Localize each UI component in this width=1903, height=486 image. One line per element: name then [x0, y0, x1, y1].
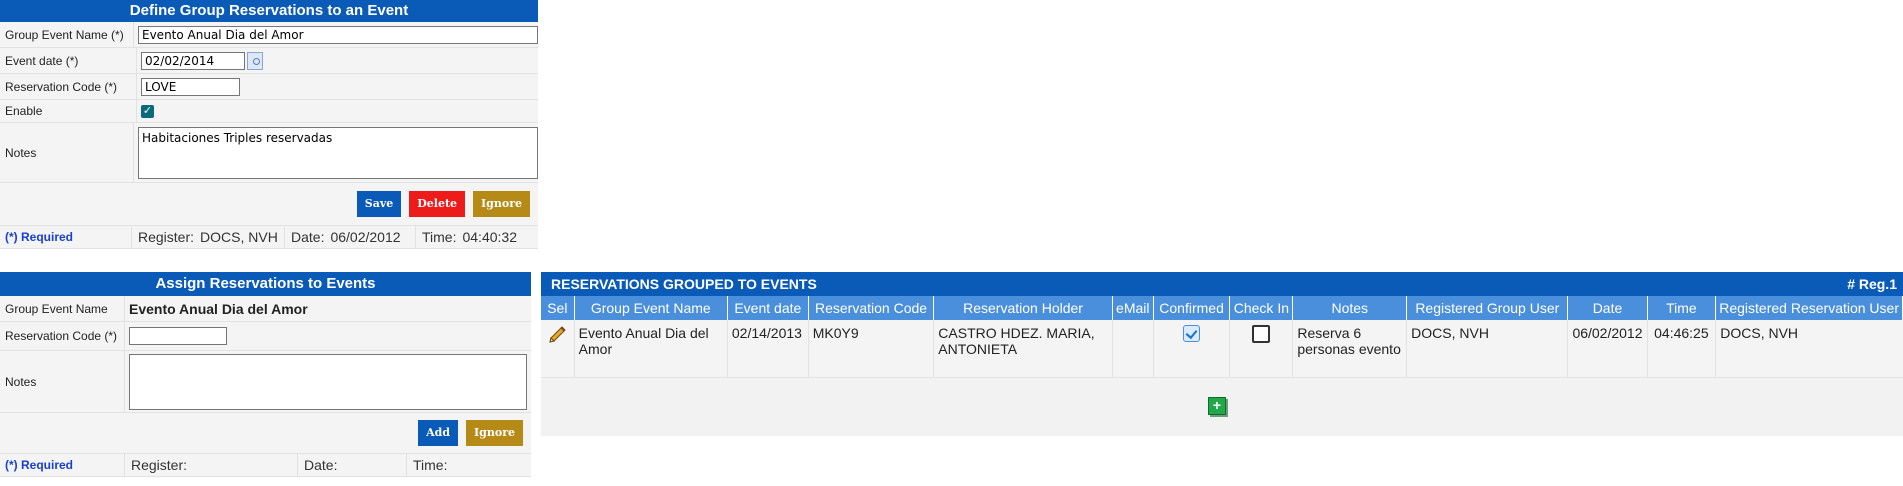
time-label: Time: [422, 229, 457, 245]
assign-event-name-row: Group Event Name Evento Anual Dia del Am… [0, 296, 531, 322]
col-email[interactable]: eMail [1112, 296, 1154, 320]
col-registered-group-user[interactable]: Registered Group User [1406, 296, 1569, 320]
enable-label: Enable [0, 100, 137, 122]
col-reservation-holder[interactable]: Reservation Holder [933, 296, 1113, 320]
assign-ignore-button[interactable]: Ignore [466, 420, 523, 446]
col-time[interactable]: Time [1647, 296, 1717, 320]
group-event-name-input[interactable] [138, 25, 538, 44]
assign-time-cell: Time: [406, 454, 531, 476]
assign-footer: (*) Required Register: Date: Time: [0, 454, 531, 477]
assign-notes-textarea[interactable] [129, 353, 527, 410]
cell-time: 04:46:25 [1647, 320, 1717, 378]
table-row[interactable]: Evento Anual Dia del Amor 02/14/2013 MK0… [541, 320, 1903, 378]
define-group-panel: Define Group Reservations to an Event Gr… [0, 0, 538, 249]
define-panel-title: Define Group Reservations to an Event [0, 0, 538, 22]
col-check-in[interactable]: Check In [1229, 296, 1294, 320]
assign-time-label: Time: [413, 457, 448, 473]
cell-event-date: 02/14/2013 [727, 320, 809, 378]
assign-reservation-code-input[interactable] [129, 327, 227, 345]
time-cell: Time: 04:40:32 [415, 226, 538, 248]
add-row-icon[interactable]: + [1208, 397, 1226, 415]
assign-reservation-code-label: Reservation Code (*) [0, 322, 125, 350]
assign-notes-label: Notes [0, 351, 125, 412]
cell-date: 06/02/2012 [1567, 320, 1648, 378]
time-value: 04:40:32 [462, 229, 517, 245]
delete-button[interactable]: Delete [409, 191, 466, 217]
group-event-name-label: Group Event Name (*) [0, 22, 134, 47]
col-notes[interactable]: Notes [1292, 296, 1408, 320]
col-event-date[interactable]: Event date [727, 296, 809, 320]
cell-group-event-name: Evento Anual Dia del Amor [574, 320, 728, 378]
notes-textarea[interactable]: Habitaciones Triples reservadas [138, 126, 538, 179]
assign-notes-row: Notes [0, 351, 531, 413]
sel-cell[interactable] [541, 320, 575, 378]
save-button[interactable]: Save [356, 191, 402, 217]
assign-event-name-label: Group Event Name [0, 296, 125, 321]
add-button[interactable]: Add [418, 420, 459, 446]
event-date-row: Event date (*) [0, 48, 538, 74]
pencil-icon[interactable] [547, 325, 567, 345]
cell-reservation-holder: CASTRO HDEZ. MARIA, ANTONIETA [933, 320, 1113, 378]
col-confirmed[interactable]: Confirmed [1153, 296, 1231, 320]
event-date-input[interactable] [141, 51, 245, 70]
cell-check-in [1229, 320, 1294, 378]
col-reservation-code[interactable]: Reservation Code [808, 296, 935, 320]
grid-title-bar: RESERVATIONS GROUPED TO EVENTS # Reg.1 [541, 272, 1903, 296]
assign-panel-title: Assign Reservations to Events [0, 272, 531, 296]
col-sel[interactable]: Sel [541, 296, 575, 320]
group-event-name-row: Group Event Name (*) [0, 22, 538, 48]
register-cell: Register: DOCS, NVH [131, 226, 284, 248]
reservations-table: Sel Group Event Name Event date Reservat… [541, 296, 1903, 378]
col-registered-reservation-user[interactable]: Registered Reservation User [1715, 296, 1903, 320]
required-note: (*) Required [5, 230, 74, 244]
cell-email [1112, 320, 1154, 378]
cell-notes: Reserva 6 personas evento [1292, 320, 1408, 378]
enable-checkbox[interactable]: ✓ [141, 104, 154, 118]
cell-registered-group-user: DOCS, NVH [1406, 320, 1569, 378]
cell-reservation-code: MK0Y9 [808, 320, 935, 378]
ignore-button[interactable]: Ignore [473, 191, 530, 217]
col-group-event-name[interactable]: Group Event Name [574, 296, 728, 320]
reservation-code-input[interactable] [141, 77, 240, 96]
assign-required-note: (*) Required [5, 458, 74, 472]
record-count: # Reg.1 [1847, 276, 1897, 292]
col-date[interactable]: Date [1567, 296, 1648, 320]
reservations-grid: RESERVATIONS GROUPED TO EVENTS # Reg.1 S… [541, 272, 1903, 436]
event-date-label: Event date (*) [0, 48, 137, 73]
date-label: Date: [291, 229, 325, 245]
assign-register-label: Register: [131, 457, 188, 473]
assign-reservation-code-row: Reservation Code (*) [0, 322, 531, 351]
date-value: 06/02/2012 [330, 229, 401, 245]
reservation-code-label: Reservation Code (*) [0, 74, 137, 99]
check-in-checkbox[interactable] [1252, 325, 1271, 343]
grid-title: RESERVATIONS GROUPED TO EVENTS [551, 276, 817, 292]
register-label: Register: [138, 229, 195, 245]
notes-row: Notes Habitaciones Triples reservadas [0, 123, 538, 183]
cell-registered-reservation-user: DOCS, NVH [1715, 320, 1903, 378]
assign-register-cell: Register: [124, 454, 297, 476]
assign-date-label: Date: [304, 457, 338, 473]
confirmed-checkbox[interactable] [1183, 325, 1201, 342]
define-button-bar: Save Delete Ignore [0, 183, 538, 226]
reservation-code-row: Reservation Code (*) [0, 74, 538, 100]
register-value: DOCS, NVH [200, 229, 278, 245]
notes-label: Notes [0, 123, 134, 182]
calendar-icon[interactable] [247, 51, 263, 70]
define-footer: (*) Required Register: DOCS, NVH Date: 0… [0, 226, 538, 249]
assign-reservations-panel: Assign Reservations to Events Group Even… [0, 272, 531, 477]
date-cell: Date: 06/02/2012 [284, 226, 415, 248]
assign-button-bar: Add Ignore [0, 413, 531, 454]
cell-confirmed [1153, 320, 1231, 378]
enable-row: Enable ✓ [0, 100, 538, 123]
assign-date-cell: Date: [297, 454, 406, 476]
assign-event-name-value: Evento Anual Dia del Amor [129, 300, 308, 317]
